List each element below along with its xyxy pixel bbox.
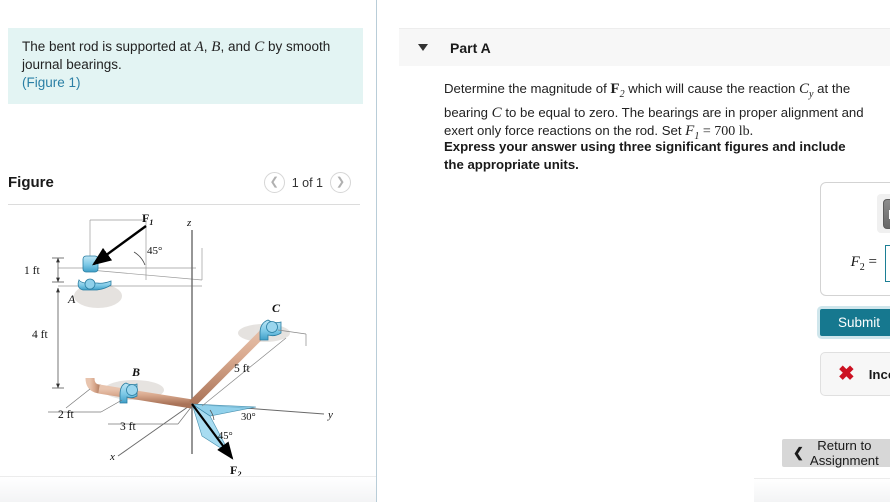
label-point-c: C xyxy=(272,301,281,315)
math-template-icon[interactable] xyxy=(883,198,890,229)
rod-segment-inclined xyxy=(189,323,273,407)
dim-2ft: 2 ft xyxy=(58,409,74,421)
submit-row: Submit Previous Answers Request Answer xyxy=(820,308,890,336)
part-a-header[interactable]: Part A xyxy=(399,28,890,66)
part-a-label: Part A xyxy=(450,39,491,56)
question-seg-1: Determine the magnitude of xyxy=(444,81,611,96)
bent-rod-diagram-svg: z y x A B C F1 45° F2 30° 45° 1 ft 4 ft … xyxy=(24,211,333,479)
figure-next-button[interactable]: ❯ xyxy=(330,172,351,193)
question-text: Determine the magnitude of F2 which will… xyxy=(444,80,874,146)
label-f1: F1 xyxy=(142,211,153,227)
axis-z-label: z xyxy=(186,217,192,229)
figure-title: Figure xyxy=(8,174,54,191)
question-seg-2: which will cause the reaction xyxy=(624,81,800,96)
page-actions: ❮ Return to Assignment Provide Feedback xyxy=(782,438,890,468)
right-pane: Part A Determine the magnitude of F2 whi… xyxy=(377,0,890,502)
caret-down-icon[interactable] xyxy=(418,44,428,51)
chevron-left-icon: ❮ xyxy=(793,445,804,460)
problem-sep-2: , and xyxy=(220,39,255,54)
label-angle-30: 30° xyxy=(241,412,256,423)
x-incorrect-icon: ✖ xyxy=(838,363,855,385)
left-footer xyxy=(0,476,376,502)
label-angle-45-bottom: 45° xyxy=(218,431,233,442)
figure-diagram[interactable]: z y x A B C F1 45° F2 30° 45° 1 ft 4 ft … xyxy=(6,208,370,480)
var-c: C xyxy=(254,39,265,55)
answer-instruction: Express your answer using three signific… xyxy=(444,139,846,172)
question-cy: Cy xyxy=(799,81,814,100)
feedback-banner: ✖ Incorrect; Try Again; 3 attempts remai… xyxy=(820,352,890,396)
figure-prev-button[interactable]: ❮ xyxy=(263,172,285,193)
problem-statement-box: The bent rod is supported at A, B, and C… xyxy=(8,28,363,104)
answer-entry-box: μÅ xyxy=(820,182,890,296)
return-to-assignment-button[interactable]: ❮ Return to Assignment xyxy=(782,438,890,468)
submit-button[interactable]: Submit xyxy=(820,308,890,336)
question-f1: F1 xyxy=(685,123,700,142)
problem-seg-1: The bent rod is supported at xyxy=(22,39,195,54)
bearing-a xyxy=(77,255,112,291)
answer-variable-label: F2 = xyxy=(850,254,877,273)
dim-3ft: 3 ft xyxy=(120,421,136,433)
answer-value-input[interactable] xyxy=(885,245,890,282)
figure-nav: ❮ 1 of 1 ❯ xyxy=(263,172,351,193)
right-footer xyxy=(754,478,890,502)
figure-counter: 1 of 1 xyxy=(291,175,323,190)
label-point-b: B xyxy=(131,365,140,379)
label-angle-45-top: 45° xyxy=(147,245,162,257)
question-c: C xyxy=(491,104,502,121)
problem-statement-text: The bent rod is supported at A, B, and C… xyxy=(22,38,349,92)
dim-4ft: 4 ft xyxy=(32,329,48,341)
question-seg-4: to be equal to zero. The bearings are in… xyxy=(444,104,864,139)
force-f1-arrow xyxy=(92,225,147,266)
left-pane: The bent rod is supported at A, B, and C… xyxy=(0,0,376,502)
figure-link[interactable]: (Figure 1) xyxy=(22,75,81,90)
dim-1ft: 1 ft xyxy=(24,265,40,277)
question-seg-5: = 700 lb. xyxy=(699,124,754,139)
dim-5ft: 5 ft xyxy=(234,363,250,375)
label-point-a: A xyxy=(67,292,76,306)
axis-x-label: x xyxy=(109,451,115,463)
axis-y-label: y xyxy=(327,409,333,421)
bearing-b xyxy=(119,382,138,404)
question-f2: F2 xyxy=(610,81,625,100)
feedback-message: Incorrect; Try Again; 3 attempts remaini… xyxy=(868,366,890,382)
answer-row: F2 = xyxy=(835,245,890,282)
var-a: A xyxy=(194,39,204,55)
figure-divider xyxy=(8,204,360,205)
problem-page: The bent rod is supported at A, B, and C… xyxy=(0,0,890,502)
return-to-assignment-label: Return to Assignment xyxy=(809,438,879,468)
math-toolbar: μÅ xyxy=(877,194,890,233)
